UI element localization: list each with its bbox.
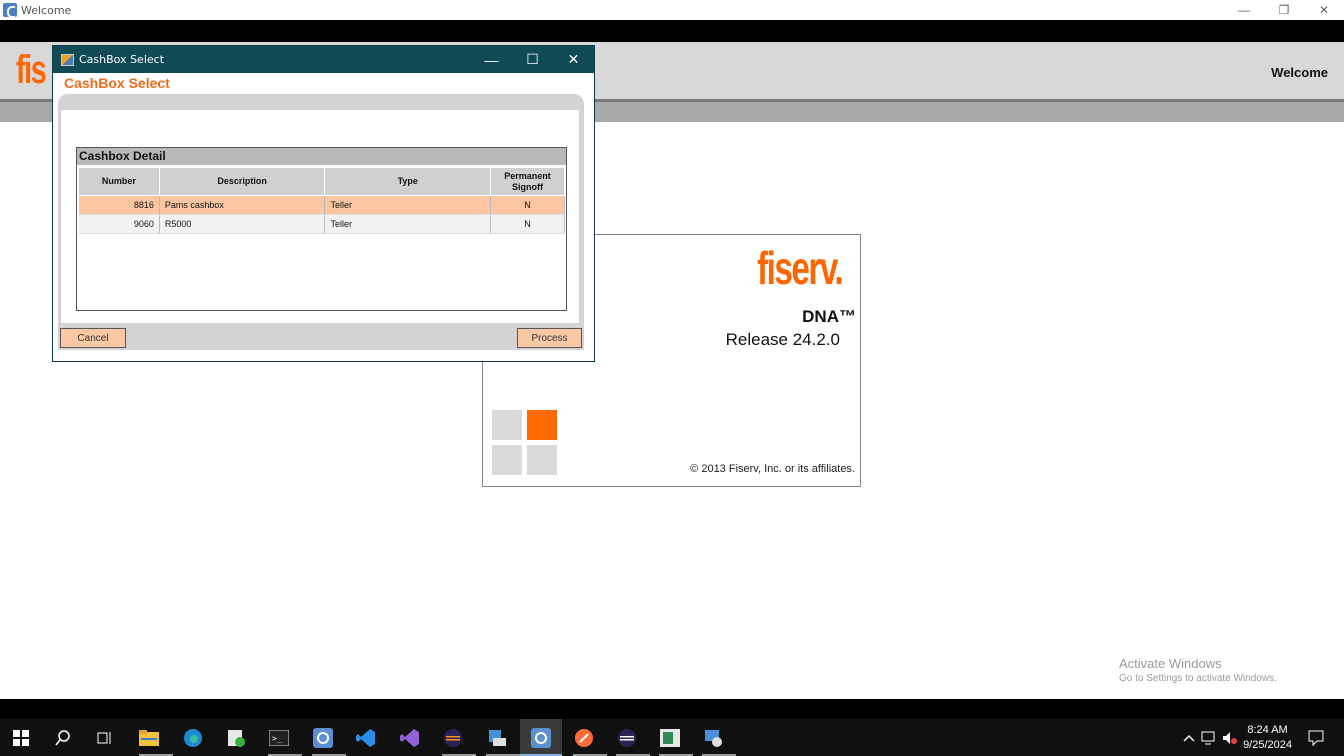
column-header-type[interactable]: Type [324,167,492,196]
volume-muted-icon[interactable] [1219,727,1241,749]
visual-studio-icon[interactable] [399,727,421,749]
clock-date: 9/25/2024 [1243,739,1292,751]
header-line: Signoff [512,181,544,192]
dialog-controls: — ☐ ✕ [471,46,594,73]
column-header-permanent-signoff[interactable]: Permanent Signoff [490,167,565,196]
cashbox-detail-title: Cashbox Detail [77,148,566,165]
table-row[interactable]: 8816 Pams cashbox Teller N [78,195,565,215]
cell-type: Teller [324,214,492,234]
cancel-button[interactable]: Cancel [60,328,126,348]
restore-button[interactable]: ❐ [1264,0,1304,20]
logo-square-gray [492,445,522,475]
taskbar: >_ 8:24 AM 9/25/2024 [0,719,1344,756]
dna-app-icon[interactable] [312,727,334,749]
dialog-body: Cashbox Detail Number Description Type P… [58,94,584,350]
column-header-number[interactable]: Number [78,167,160,196]
activation-watermark: Activate Windows Go to Settings to activ… [1119,656,1277,684]
cashbox-select-dialog: CashBox Select — ☐ ✕ CashBox Select Cash… [52,45,595,362]
table-row[interactable]: 9060 R5000 Teller N [78,214,565,234]
dialog-minimize-button[interactable]: — [471,46,512,73]
dialog-title-bar[interactable]: CashBox Select — ☐ ✕ [53,46,594,73]
window-controls: — ❐ ✕ [1224,0,1344,20]
cell-description: R5000 [159,214,326,234]
system-clock[interactable]: 8:24 AM 9/25/2024 [1243,723,1292,753]
watermark-title: Activate Windows [1119,656,1222,671]
dialog-title: CashBox Select [79,53,165,66]
cell-type: Teller [324,195,492,215]
network-icon[interactable] [1198,727,1220,749]
fiserv-logo: fis [16,48,47,92]
dialog-maximize-button[interactable]: ☐ [512,46,553,73]
notifications-icon[interactable] [1305,727,1327,749]
document-app-icon[interactable] [659,727,681,749]
window-title: Welcome [21,3,72,17]
dna-active-app-icon[interactable] [530,727,552,749]
copyright-text: © 2013 Fiserv, Inc. or its affiliates. [690,463,855,475]
dialog-heading: CashBox Select [64,75,170,91]
logo-square-gray [492,410,522,440]
start-icon[interactable] [10,727,32,749]
release-version: Release 24.2.0 [725,330,840,349]
table-header-row: Number Description Type Permanent Signoff [78,167,565,196]
fiserv-brand-logo: fiserv. [756,242,843,294]
cell-number: 9060 [78,214,160,234]
svg-text:>_: >_ [272,734,282,743]
black-band-bottom [0,699,1344,719]
cell-description: Pams cashbox [159,195,326,215]
task-view-icon[interactable] [94,727,116,749]
remote-desktop-icon[interactable] [486,727,508,749]
search-icon[interactable] [52,727,74,749]
cashbox-detail-panel: Cashbox Detail Number Description Type P… [76,147,567,311]
window-title-bar: Welcome — ❐ ✕ [0,0,1344,20]
dialog-app-icon [61,53,74,66]
terminal-icon[interactable]: >_ [268,727,290,749]
black-band [0,20,1344,42]
logo-square-gray [527,445,557,475]
product-name: DNA™ [802,307,856,326]
cashbox-table: Number Description Type Permanent Signoff… [78,167,565,234]
postman-icon[interactable] [573,727,595,749]
clock-time: 8:24 AM [1247,724,1288,736]
cell-signoff: N [490,195,565,215]
app-installer-icon[interactable] [225,727,247,749]
dialog-content-area: Cashbox Detail Number Description Type P… [61,110,579,323]
cell-number: 8816 [78,195,160,215]
vscode-icon[interactable] [355,727,377,749]
edge-icon[interactable] [182,727,204,749]
column-header-description[interactable]: Description [158,167,326,196]
header-line: Permanent [504,170,551,181]
network-tool-icon[interactable] [702,727,724,749]
chevron-up-icon[interactable] [1178,727,1200,749]
cell-signoff: N [490,214,565,234]
watermark-subtitle: Go to Settings to activate Windows. [1119,673,1277,684]
welcome-label: Welcome [1271,65,1328,80]
eclipse-icon[interactable] [442,727,464,749]
app-icon [3,3,17,18]
file-explorer-icon[interactable] [138,727,160,749]
dialog-close-button[interactable]: ✕ [553,46,594,73]
logo-square-orange [527,410,557,440]
process-button[interactable]: Process [517,328,582,348]
eclipse-icon-2[interactable] [616,727,638,749]
minimize-button[interactable]: — [1224,0,1264,20]
close-button[interactable]: ✕ [1304,0,1344,20]
